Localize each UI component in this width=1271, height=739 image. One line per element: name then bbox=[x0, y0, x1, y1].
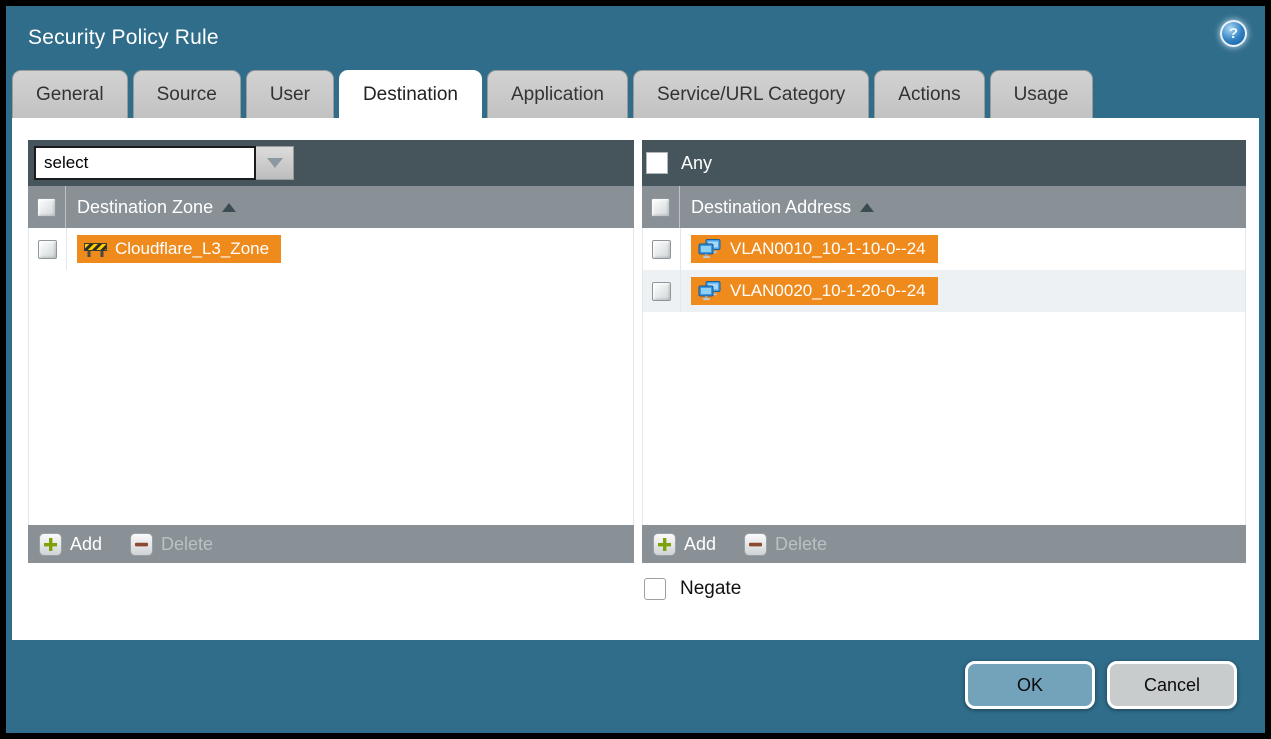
table-row: Cloudflare_L3_Zone bbox=[29, 228, 633, 270]
help-glyph: ? bbox=[1229, 25, 1238, 42]
tab-bar: General Source User Destination Applicat… bbox=[6, 70, 1265, 118]
zone-icon bbox=[84, 241, 107, 258]
tab-destination[interactable]: Destination bbox=[339, 70, 482, 118]
tab-label: Actions bbox=[898, 84, 960, 106]
delete-label: Delete bbox=[775, 534, 827, 555]
tab-label: Destination bbox=[363, 84, 458, 106]
table-row: VLAN0020_10-1-20-0--24 bbox=[643, 270, 1245, 312]
help-icon[interactable]: ? bbox=[1220, 20, 1247, 47]
tab-actions[interactable]: Actions bbox=[874, 70, 984, 118]
delete-address-button[interactable]: Delete bbox=[744, 533, 827, 556]
address-entry-label: VLAN0020_10-1-20-0--24 bbox=[730, 281, 926, 301]
dialog-title: Security Policy Rule bbox=[28, 26, 219, 50]
destination-zone-panel: Destination Zone bbox=[28, 140, 634, 563]
table-row: VLAN0010_10-1-10-0--24 bbox=[643, 228, 1245, 270]
zone-select-input[interactable] bbox=[34, 146, 256, 180]
tab-usage[interactable]: Usage bbox=[990, 70, 1093, 118]
zone-row-checkbox[interactable] bbox=[38, 240, 57, 259]
address-column-header[interactable]: Destination Address bbox=[680, 186, 874, 228]
row-checkbox-cell bbox=[643, 228, 681, 270]
ok-button[interactable]: OK bbox=[965, 661, 1095, 709]
zone-entry[interactable]: Cloudflare_L3_Zone bbox=[77, 235, 281, 263]
address-column-header-label: Destination Address bbox=[691, 197, 851, 218]
minus-icon bbox=[744, 533, 767, 556]
tab-source[interactable]: Source bbox=[133, 70, 241, 118]
tab-user[interactable]: User bbox=[246, 70, 334, 118]
plus-icon bbox=[39, 533, 62, 556]
destination-address-panel: Any Destination Address bbox=[642, 140, 1246, 563]
sort-ascending-icon[interactable] bbox=[860, 203, 874, 212]
tab-label: Source bbox=[157, 84, 217, 106]
zone-column-header-row: Destination Zone bbox=[28, 186, 634, 228]
tab-service-url-category[interactable]: Service/URL Category bbox=[633, 70, 869, 118]
plus-icon bbox=[653, 533, 676, 556]
address-entry[interactable]: VLAN0020_10-1-20-0--24 bbox=[691, 277, 938, 305]
tab-application[interactable]: Application bbox=[487, 70, 628, 118]
any-checkbox[interactable] bbox=[646, 152, 668, 174]
delete-zone-button[interactable]: Delete bbox=[130, 533, 213, 556]
add-address-button[interactable]: Add bbox=[653, 533, 716, 556]
tab-label: General bbox=[36, 84, 104, 106]
address-column-header-row: Destination Address bbox=[642, 186, 1246, 228]
delete-label: Delete bbox=[161, 534, 213, 555]
address-icon bbox=[698, 281, 722, 301]
row-checkbox-cell bbox=[643, 270, 681, 312]
negate-checkbox[interactable] bbox=[644, 578, 666, 600]
address-list: VLAN0010_10-1-10-0--24 bbox=[642, 228, 1246, 525]
title-bar: Security Policy Rule ? bbox=[6, 6, 1265, 70]
tab-label: Usage bbox=[1014, 84, 1069, 106]
cancel-button-label: Cancel bbox=[1144, 675, 1200, 696]
address-icon bbox=[698, 239, 722, 259]
ok-button-label: OK bbox=[1017, 675, 1043, 696]
sort-ascending-icon[interactable] bbox=[222, 203, 236, 212]
destination-tab-content: Destination Zone bbox=[12, 118, 1259, 640]
zone-header-checkbox-cell bbox=[28, 186, 66, 228]
negate-label: Negate bbox=[680, 578, 741, 600]
address-select-all-checkbox[interactable] bbox=[651, 198, 670, 217]
address-row-checkbox[interactable] bbox=[652, 240, 671, 259]
tab-label: Service/URL Category bbox=[657, 84, 845, 106]
any-label: Any bbox=[681, 153, 712, 174]
tab-general[interactable]: General bbox=[12, 70, 128, 118]
address-row-checkbox[interactable] bbox=[652, 282, 671, 301]
minus-icon bbox=[130, 533, 153, 556]
add-label: Add bbox=[684, 534, 716, 555]
cancel-button[interactable]: Cancel bbox=[1107, 661, 1237, 709]
row-checkbox-cell bbox=[29, 228, 67, 270]
address-entry-label: VLAN0010_10-1-10-0--24 bbox=[730, 239, 926, 259]
address-header-checkbox-cell bbox=[642, 186, 680, 228]
tab-label: User bbox=[270, 84, 310, 106]
zone-column-header[interactable]: Destination Zone bbox=[66, 186, 236, 228]
add-label: Add bbox=[70, 534, 102, 555]
zone-panel-footer: Add Delete bbox=[28, 525, 634, 563]
chevron-down-icon bbox=[267, 158, 283, 168]
negate-row: Negate bbox=[644, 578, 741, 600]
address-entry[interactable]: VLAN0010_10-1-10-0--24 bbox=[691, 235, 938, 263]
tab-label: Application bbox=[511, 84, 604, 106]
security-policy-rule-dialog: Security Policy Rule ? General Source Us… bbox=[6, 6, 1265, 733]
address-panel-footer: Add Delete bbox=[642, 525, 1246, 563]
zone-column-header-label: Destination Zone bbox=[77, 197, 213, 218]
zone-list: Cloudflare_L3_Zone bbox=[28, 228, 634, 525]
zone-filter-bar bbox=[28, 140, 634, 186]
zone-entry-label: Cloudflare_L3_Zone bbox=[115, 239, 269, 259]
add-zone-button[interactable]: Add bbox=[39, 533, 102, 556]
any-bar: Any bbox=[642, 140, 1246, 186]
zone-select-all-checkbox[interactable] bbox=[37, 198, 56, 217]
zone-select-dropdown-button[interactable] bbox=[256, 146, 294, 180]
